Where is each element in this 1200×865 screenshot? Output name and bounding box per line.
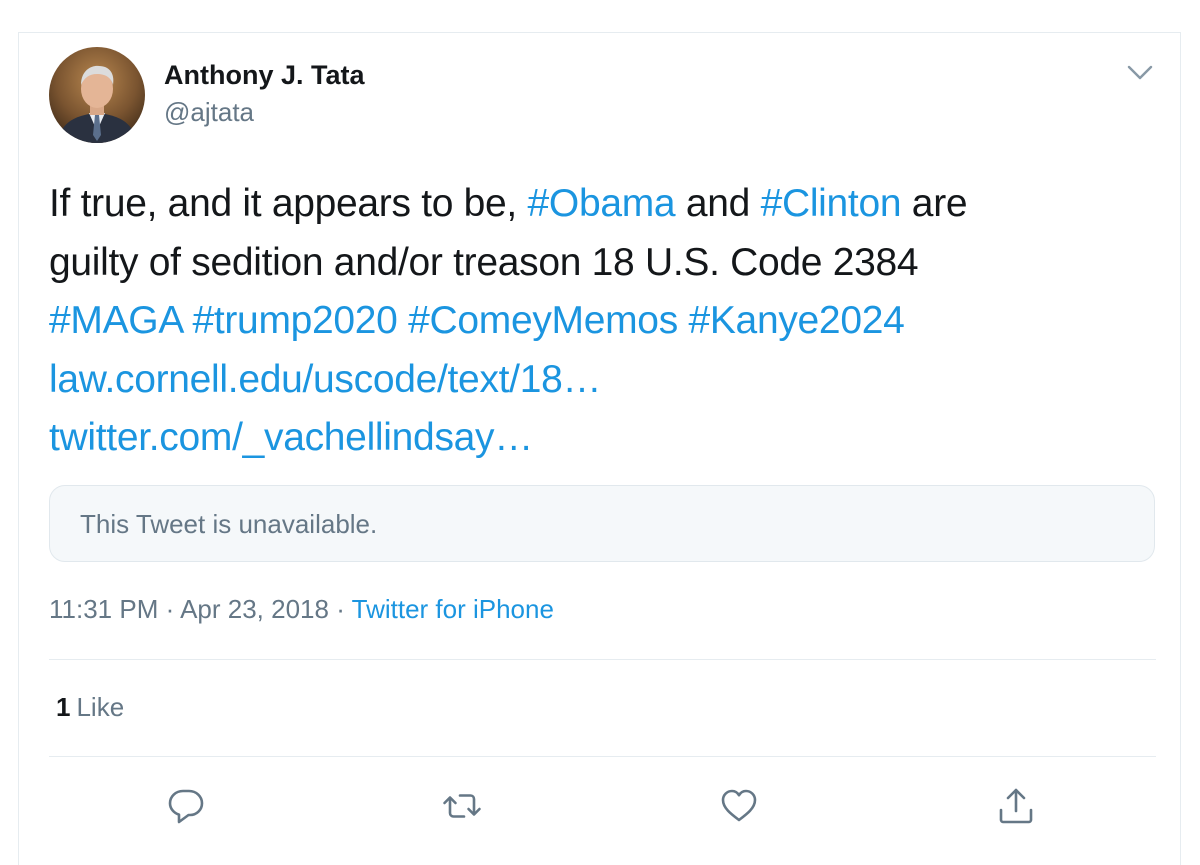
author-display-name[interactable]: Anthony J. Tata [164, 60, 365, 91]
hashtag-link[interactable]: #ComeyMemos [408, 299, 678, 342]
tweet-metadata: 11:31 PM · Apr 23, 2018 · Twitter for iP… [49, 594, 554, 625]
tweet-time[interactable]: 11:31 PM [49, 594, 158, 624]
quoted-tweet-unavailable-text: This Tweet is unavailable. [80, 509, 378, 539]
meta-separator: · [165, 594, 175, 624]
tweet-text-segment [678, 299, 689, 342]
heart-icon[interactable] [719, 786, 759, 826]
tweet-text-line: #MAGA #trump2020 #ComeyMemos #Kanye2024 [49, 292, 1149, 351]
share-icon[interactable] [996, 786, 1036, 826]
tweet-text-line: guilty of sedition and/or treason 18 U.S… [49, 234, 1149, 293]
meta-separator: · [336, 594, 345, 624]
tweet-text: If true, and it appears to be, #Obama an… [49, 175, 1149, 468]
tweet-text-segment: guilty of sedition and/or treason 18 U.S… [49, 240, 919, 284]
hashtag-link[interactable]: #Obama [528, 182, 676, 225]
likes-label: Like [76, 692, 125, 722]
tweet-text-segment [398, 299, 409, 342]
tweet-text-segment: If true, and it appears to be, [49, 182, 528, 225]
tweet-text-line: twitter.com/_vachellindsay… [49, 409, 1149, 468]
likes-count: 1 [56, 692, 71, 722]
avatar[interactable] [49, 47, 145, 143]
tweet-text-line: If true, and it appears to be, #Obama an… [49, 175, 1149, 234]
chevron-down-icon[interactable] [1124, 58, 1156, 86]
divider [49, 659, 1156, 660]
tweet-text-line: law.cornell.edu/uscode/text/18… [49, 351, 1149, 410]
hashtag-link[interactable]: #Clinton [761, 182, 902, 225]
quoted-tweet[interactable]: This Tweet is unavailable. [49, 485, 1155, 562]
tweet-text-segment: and [675, 182, 761, 225]
likes-stat[interactable]: 1 Like [56, 692, 124, 723]
hashtag-link[interactable]: #Kanye2024 [688, 299, 904, 342]
divider [49, 756, 1156, 757]
url-link[interactable]: law.cornell.edu/uscode/text/18… [49, 358, 602, 401]
tweet-source-link[interactable]: Twitter for iPhone [352, 594, 554, 624]
tweet-text-segment: are [901, 182, 968, 225]
author-handle[interactable]: @ajtata [164, 97, 254, 128]
reply-icon[interactable] [166, 786, 206, 826]
hashtag-link[interactable]: #MAGA [49, 299, 182, 342]
hashtag-link[interactable]: #trump2020 [192, 299, 397, 342]
tweet-date[interactable]: Apr 23, 2018 [180, 594, 329, 624]
tweet-text-segment [182, 299, 193, 342]
retweet-icon[interactable] [442, 786, 482, 826]
url-link[interactable]: twitter.com/_vachellindsay… [49, 416, 533, 459]
page: Anthony J. Tata @ajtata If true, and it … [0, 0, 1200, 865]
